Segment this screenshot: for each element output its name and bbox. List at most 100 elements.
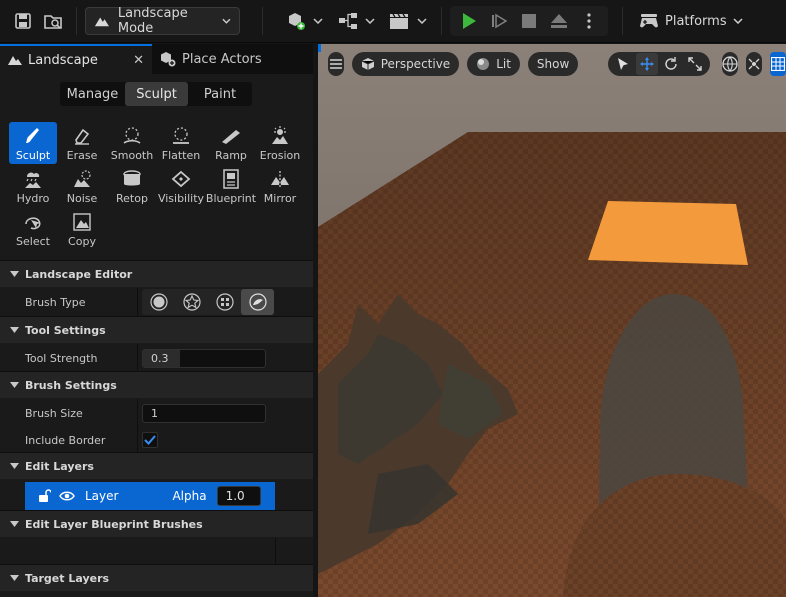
- lit-button[interactable]: Lit: [467, 52, 520, 76]
- tool-label: Sculpt: [15, 149, 51, 162]
- gamepad-icon: [640, 14, 658, 28]
- platforms-button[interactable]: Platforms: [631, 6, 751, 36]
- chevron-down-icon[interactable]: [365, 18, 375, 24]
- visibility-icon: [171, 170, 191, 188]
- hamburger-icon: [329, 59, 342, 69]
- mode-selector[interactable]: Landscape Mode: [85, 6, 240, 36]
- section-title: Landscape Editor: [25, 267, 133, 281]
- chevron-down-icon: [733, 18, 743, 24]
- panel-tabs: Landscape ✕ Place Actors: [0, 44, 313, 74]
- hydro-icon: [25, 172, 41, 188]
- tool-select[interactable]: Select: [9, 208, 57, 250]
- pattern-brush-icon: [182, 293, 201, 311]
- viewport-menu-button[interactable]: [328, 52, 344, 76]
- stop-icon[interactable]: [514, 6, 544, 36]
- collapse-arrow-icon: [10, 521, 19, 527]
- select-icon: [25, 217, 41, 230]
- toolbar-divider: [262, 7, 263, 35]
- paint-mode-button[interactable]: Paint: [188, 82, 252, 106]
- grid-snap-button[interactable]: [770, 52, 786, 76]
- brush-size-value: 1: [151, 406, 158, 420]
- translate-icon[interactable]: [636, 53, 659, 75]
- eye-icon[interactable]: [59, 490, 75, 502]
- copy-icon: [73, 213, 91, 231]
- section-title: Edit Layer Blueprint Brushes: [25, 517, 203, 531]
- section-edit-layers[interactable]: Edit Layers: [0, 452, 313, 479]
- tool-sculpt[interactable]: Sculpt: [9, 122, 57, 164]
- tool-smooth[interactable]: Smooth: [108, 122, 156, 164]
- close-icon[interactable]: ✕: [133, 53, 144, 68]
- tool-retop[interactable]: Retop: [108, 165, 156, 207]
- show-label: Show: [536, 57, 570, 71]
- brush-alpha-button[interactable]: [241, 289, 274, 315]
- tool-erosion[interactable]: Erosion: [256, 122, 304, 164]
- section-edit-layer-blueprint-brushes[interactable]: Edit Layer Blueprint Brushes: [0, 510, 313, 537]
- alpha-input[interactable]: 1.0: [216, 486, 261, 506]
- skip-icon[interactable]: [484, 6, 514, 36]
- surface-snap-icon: [748, 58, 760, 70]
- tool-visibility[interactable]: Visibility: [157, 165, 205, 207]
- level-viewport[interactable]: Perspective Lit Show: [318, 44, 786, 597]
- add-actor-icon[interactable]: [281, 6, 311, 36]
- landscape-scene: [318, 44, 786, 597]
- section-landscape-editor[interactable]: Landscape Editor: [0, 260, 313, 287]
- collapse-arrow-icon: [10, 327, 19, 333]
- brush-size-row: Brush Size 1: [0, 399, 313, 427]
- tool-mirror[interactable]: Mirror: [256, 165, 304, 207]
- tool-label: Ramp: [215, 149, 247, 162]
- play-icon[interactable]: [454, 6, 484, 36]
- include-border-checkbox[interactable]: [142, 432, 158, 448]
- play-controls: [450, 6, 608, 36]
- tool-ramp[interactable]: Ramp: [207, 122, 255, 164]
- brush-size-input[interactable]: 1: [142, 403, 266, 423]
- chevron-down-icon[interactable]: [417, 18, 427, 24]
- show-button[interactable]: Show: [527, 52, 579, 76]
- perspective-label: Perspective: [380, 57, 451, 71]
- section-tool-settings[interactable]: Tool Settings: [0, 316, 313, 343]
- unlock-icon[interactable]: [37, 489, 51, 503]
- tool-strength-value: 0.3: [151, 351, 169, 365]
- select-mode-icon[interactable]: [612, 53, 634, 75]
- tool-erase[interactable]: Erase: [58, 122, 106, 164]
- rotate-icon[interactable]: [660, 53, 682, 75]
- mirror-icon: [271, 171, 289, 187]
- tool-strength-slider[interactable]: 0.3: [142, 348, 266, 368]
- brush-pattern-button[interactable]: [175, 289, 208, 315]
- surface-snap-button[interactable]: [746, 52, 763, 76]
- cinematics-icon[interactable]: [385, 6, 415, 36]
- chevron-down-icon[interactable]: [313, 18, 323, 24]
- brush-type-label: Brush Type: [0, 288, 138, 316]
- tool-hydro[interactable]: Hydro: [9, 165, 57, 207]
- tool-label: Retop: [116, 192, 148, 205]
- viewport-toolbar: Perspective Lit Show: [318, 44, 786, 84]
- tab-label: Place Actors: [182, 51, 262, 67]
- tool-copy[interactable]: Copy: [58, 208, 106, 250]
- layer-row[interactable]: Layer Alpha 1.0: [25, 482, 275, 510]
- eject-icon[interactable]: [544, 6, 574, 36]
- blueprints-icon[interactable]: [333, 6, 363, 36]
- tool-blueprint[interactable]: Blueprint: [206, 165, 256, 207]
- manage-mode-button[interactable]: Manage: [60, 82, 125, 106]
- tab-landscape[interactable]: Landscape ✕: [0, 44, 152, 74]
- browse-icon[interactable]: [38, 6, 68, 36]
- more-options-icon[interactable]: [574, 6, 604, 36]
- sculpt-mode-button[interactable]: Sculpt: [125, 82, 188, 106]
- lit-label: Lit: [496, 57, 511, 71]
- scale-icon[interactable]: [684, 53, 706, 75]
- tool-flatten[interactable]: Flatten: [157, 122, 205, 164]
- tool-label: Select: [16, 235, 50, 248]
- save-icon[interactable]: [8, 6, 38, 36]
- toolbar-divider: [622, 7, 623, 35]
- world-local-button[interactable]: [722, 52, 739, 76]
- tab-label: Landscape: [28, 52, 98, 68]
- tab-place-actors[interactable]: Place Actors: [152, 44, 312, 74]
- brush-component-button[interactable]: [208, 289, 241, 315]
- brush-circle-button[interactable]: [142, 289, 175, 315]
- perspective-button[interactable]: Perspective: [351, 52, 460, 76]
- section-brush-settings[interactable]: Brush Settings: [0, 371, 313, 398]
- component-brush-icon: [215, 293, 234, 311]
- section-title: Target Layers: [25, 571, 110, 585]
- tool-noise[interactable]: Noise: [58, 165, 106, 207]
- collapse-arrow-icon: [10, 575, 19, 581]
- section-target-layers[interactable]: Target Layers: [0, 564, 313, 591]
